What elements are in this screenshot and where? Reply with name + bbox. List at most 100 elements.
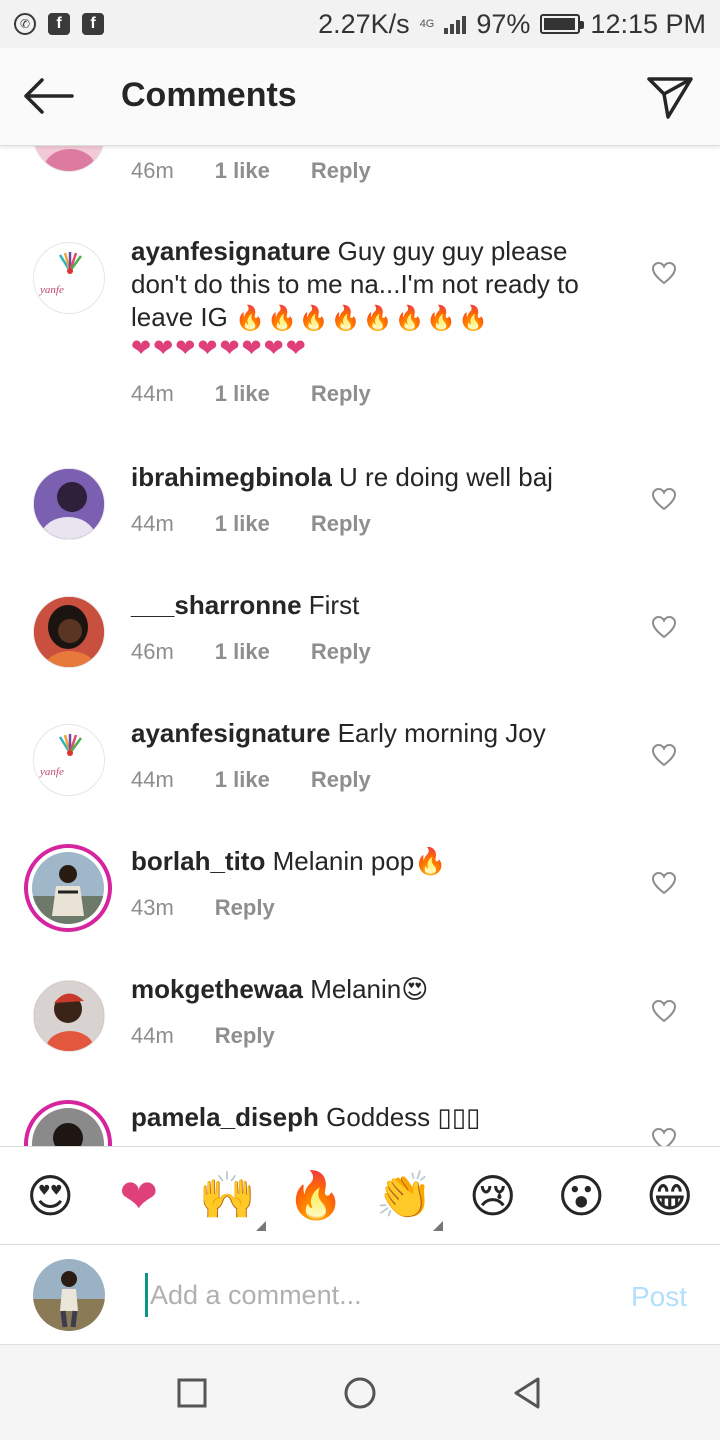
comment-body: ayanfesignature Early morning Joy: [131, 717, 601, 750]
facebook-icon: f: [48, 13, 70, 35]
like-count[interactable]: 1 like: [215, 767, 270, 793]
reply-button[interactable]: Reply: [311, 158, 371, 184]
comment-body: borlah_tito Melanin pop🔥: [131, 845, 601, 878]
ayanfe-logo-icon: yanfe: [39, 252, 83, 296]
comment-body: mokgethewaa Melanin😍: [131, 973, 601, 1006]
system-nav-bar: [0, 1344, 720, 1440]
comment-time: 46m: [131, 158, 174, 183]
comment-username[interactable]: mokgethewaa: [131, 974, 303, 1004]
like-heart-icon[interactable]: [651, 999, 677, 1023]
comment-username[interactable]: ayanfesignature: [131, 236, 330, 266]
comment-meta: 44m 1 like Reply: [131, 511, 412, 537]
comment-time: 44m: [131, 767, 174, 792]
comment-text: Melanin pop🔥: [272, 846, 447, 876]
reply-button[interactable]: Reply: [215, 1023, 275, 1049]
whatsapp-icon: ✆: [14, 13, 36, 35]
post-button[interactable]: Post: [631, 1281, 687, 1313]
comment-meta: 43m Reply: [131, 895, 316, 921]
ayanfe-logo-icon: yanfe: [39, 734, 83, 778]
avatar[interactable]: [33, 468, 105, 540]
reply-button[interactable]: Reply: [215, 895, 275, 921]
comment-meta: 46m 1 like Reply: [131, 158, 412, 184]
comment-username[interactable]: ibrahimegbinola: [131, 462, 332, 492]
crying-face-emoji-button[interactable]: 😢: [462, 1165, 524, 1227]
reply-button[interactable]: Reply: [311, 639, 371, 665]
battery-percent: 97%: [476, 8, 531, 39]
avatar-story-ring[interactable]: [24, 1100, 112, 1146]
reply-button[interactable]: Reply: [311, 381, 371, 407]
direct-send-icon[interactable]: [646, 74, 694, 120]
avatar[interactable]: [33, 596, 105, 668]
comment-time: 43m: [131, 895, 174, 920]
comment-text: U re doing well baj: [339, 462, 553, 492]
skin-tone-indicator-icon: [433, 1220, 444, 1231]
network-type: 4G: [419, 18, 435, 30]
heart-eyes-emoji-button[interactable]: 😍: [19, 1165, 81, 1227]
surprised-face-emoji-button[interactable]: 😮: [550, 1165, 612, 1227]
comment-time: 44m: [131, 511, 174, 536]
like-heart-icon[interactable]: [651, 871, 677, 895]
signal-icon: [444, 14, 467, 34]
comment-time: 44m: [131, 1023, 174, 1048]
like-count[interactable]: 1 like: [215, 511, 270, 537]
comment-meta: 46m 1 like Reply: [131, 639, 412, 665]
current-user-avatar: [33, 1259, 105, 1331]
home-icon[interactable]: [342, 1375, 378, 1411]
like-count[interactable]: 1 like: [215, 639, 270, 665]
battery-icon: [540, 14, 585, 34]
network-speed: 2.27K/s: [318, 8, 410, 39]
comment-meta: 44m 1 like Reply: [131, 381, 412, 407]
comment-body: ibrahimegbinola U re doing well baj: [131, 461, 601, 494]
avatar[interactable]: yanfe: [33, 242, 105, 314]
like-heart-icon[interactable]: [651, 487, 677, 511]
skin-tone-indicator-icon: [256, 1220, 267, 1231]
comment-body: ___sharronne First: [131, 589, 601, 622]
avatar[interactable]: [33, 980, 105, 1052]
comment-username[interactable]: ___sharronne: [131, 590, 302, 620]
clock: 12:15 PM: [590, 8, 706, 39]
clapping-hands-emoji-button[interactable]: 👏: [373, 1165, 444, 1231]
top-app-bar: Comments: [0, 48, 720, 146]
reply-button[interactable]: Reply: [311, 511, 371, 537]
like-count[interactable]: 1 like: [215, 381, 270, 407]
quick-reactions-bar: 😍 ❤ 🙌 🔥 👏 😢 😮 😁: [0, 1146, 720, 1244]
comment-meta: 44m 1 like Reply: [131, 767, 412, 793]
comment-meta: 44m Reply: [131, 1023, 316, 1049]
comment-input[interactable]: [145, 1273, 605, 1317]
comment-text: Melanin😍: [310, 974, 429, 1004]
raised-hands-emoji-button[interactable]: 🙌: [196, 1165, 267, 1231]
comment-time: 44m: [131, 381, 174, 406]
recent-apps-icon[interactable]: [174, 1375, 210, 1411]
comment-text: First: [308, 590, 360, 620]
heart-emoji-row: ❤❤❤❤❤❤❤❤: [131, 335, 308, 362]
comment-composer: Post: [0, 1244, 720, 1344]
comment-username[interactable]: pamela_diseph: [131, 1102, 319, 1132]
avatar[interactable]: yanfe: [33, 724, 105, 796]
comment-text: Early morning Joy: [337, 718, 546, 748]
comment-text: Goddess ▯▯▯: [326, 1102, 481, 1132]
avatar[interactable]: [33, 146, 105, 172]
comment-time: 46m: [131, 639, 174, 664]
facebook-icon-2: f: [82, 13, 104, 35]
comment-username[interactable]: borlah_tito: [131, 846, 265, 876]
comments-list[interactable]: 46m 1 like Reply yanfe ayanfesignature G…: [0, 146, 720, 1146]
like-heart-icon[interactable]: [651, 1127, 677, 1146]
status-bar: ✆ f f 2.27K/s 4G 97% 12:15 PM: [0, 0, 720, 48]
comment-username[interactable]: ayanfesignature: [131, 718, 330, 748]
comment-body: ayanfesignature Guy guy guy please don't…: [131, 235, 601, 364]
like-heart-icon[interactable]: [651, 743, 677, 767]
heart-emoji-button[interactable]: ❤: [108, 1165, 170, 1227]
like-heart-icon[interactable]: [651, 261, 677, 285]
page-title: Comments: [121, 76, 297, 114]
reply-button[interactable]: Reply: [311, 767, 371, 793]
like-count[interactable]: 1 like: [215, 158, 270, 184]
avatar-story-ring[interactable]: [24, 844, 112, 932]
svg-text:yanfe: yanfe: [39, 284, 64, 296]
grinning-face-emoji-button[interactable]: 😁: [639, 1165, 701, 1227]
fire-emoji-button[interactable]: 🔥: [285, 1165, 347, 1227]
comment-body: pamela_diseph Goddess ▯▯▯: [131, 1101, 601, 1134]
back-nav-icon[interactable]: [510, 1375, 546, 1411]
back-arrow-icon[interactable]: [22, 76, 74, 116]
svg-text:yanfe: yanfe: [39, 766, 64, 778]
like-heart-icon[interactable]: [651, 615, 677, 639]
